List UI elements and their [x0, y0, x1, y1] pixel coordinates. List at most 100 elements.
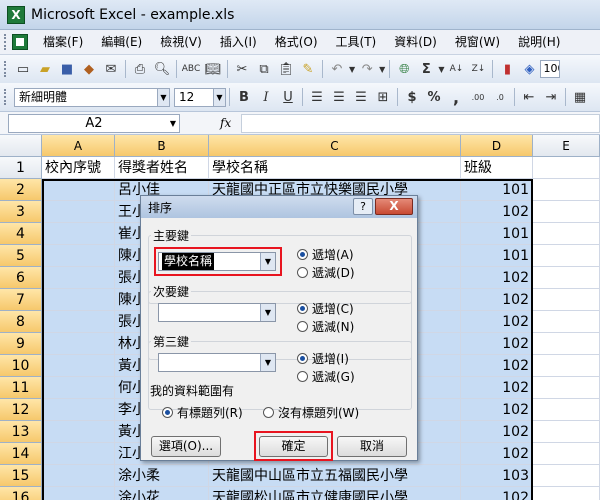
cell-a[interactable]	[42, 245, 115, 267]
print-icon[interactable]: ⎙	[131, 60, 149, 78]
secondary-key-select[interactable]: ▼	[158, 303, 276, 322]
cell-a[interactable]	[42, 487, 115, 500]
cell-e[interactable]	[533, 245, 600, 267]
help-button[interactable]: ?	[353, 198, 373, 215]
paste-icon[interactable]: 📋︎	[277, 60, 295, 78]
spelling-icon[interactable]: ABC	[182, 60, 200, 78]
cut-icon[interactable]: ✂	[233, 60, 251, 78]
undo-icon[interactable]: ↶	[328, 60, 346, 78]
row-header[interactable]: 14	[0, 443, 42, 465]
cell-d[interactable]: 102	[461, 267, 533, 289]
cancel-button[interactable]: 取消	[337, 436, 407, 457]
currency-button[interactable]: $	[403, 88, 421, 106]
sort-descending-icon[interactable]: Z↓	[469, 60, 487, 78]
menu-data[interactable]: 資料(D)	[385, 31, 446, 53]
row-header[interactable]: 2	[0, 179, 42, 201]
chevron-down-icon[interactable]: ▼	[213, 88, 225, 106]
borders-icon[interactable]: ▦	[571, 88, 589, 106]
menu-edit[interactable]: 編輯(E)	[92, 31, 151, 53]
cell-d[interactable]: 102	[461, 377, 533, 399]
column-header-c[interactable]: C	[209, 135, 461, 157]
column-header-d[interactable]: D	[461, 135, 533, 157]
cell-a[interactable]	[42, 355, 115, 377]
increase-indent-icon[interactable]: ⇥	[542, 88, 560, 106]
menu-window[interactable]: 視窗(W)	[446, 31, 509, 53]
italic-button[interactable]: I	[257, 88, 275, 106]
autosum-icon[interactable]: Σ	[417, 60, 435, 78]
hyperlink-icon[interactable]: 🌐︎	[395, 60, 413, 78]
third-key-select[interactable]: ▼	[158, 353, 276, 372]
cell-e[interactable]	[533, 421, 600, 443]
cell-d[interactable]: 103	[461, 465, 533, 487]
cell-c[interactable]: 學校名稱	[209, 157, 461, 179]
row-header[interactable]: 8	[0, 311, 42, 333]
cell-e[interactable]	[533, 399, 600, 421]
cell-d[interactable]: 102	[461, 289, 533, 311]
name-box[interactable]: A2 ▼	[8, 113, 180, 133]
cell-d[interactable]: 101	[461, 223, 533, 245]
cell-d[interactable]: 102	[461, 311, 533, 333]
cell-a[interactable]	[42, 443, 115, 465]
toolbar-grip[interactable]	[4, 89, 7, 105]
cell-d[interactable]: 班級	[461, 157, 533, 179]
chevron-down-icon[interactable]: ▼	[157, 88, 169, 106]
cell-e[interactable]	[533, 443, 600, 465]
select-all-corner[interactable]	[0, 135, 42, 157]
align-right-icon[interactable]: ☰	[352, 88, 370, 106]
close-button[interactable]: X	[375, 198, 413, 215]
row-header[interactable]: 4	[0, 223, 42, 245]
chevron-down-icon[interactable]: ▼	[349, 65, 355, 74]
chevron-down-icon[interactable]: ▼	[260, 304, 275, 321]
open-icon[interactable]: ▰	[36, 60, 54, 78]
cell-a[interactable]	[42, 267, 115, 289]
percent-button[interactable]: %	[425, 88, 443, 106]
cell-d[interactable]: 102	[461, 201, 533, 223]
row-header[interactable]: 13	[0, 421, 42, 443]
cell-c[interactable]: 天龍國松山區市立健康國民小學	[209, 487, 461, 500]
redo-icon[interactable]: ↷	[358, 60, 376, 78]
copy-icon[interactable]: ⧉	[255, 60, 273, 78]
cell-a[interactable]	[42, 399, 115, 421]
cell-b[interactable]: 涂小花	[115, 487, 209, 500]
cell-e[interactable]	[533, 333, 600, 355]
save-icon[interactable]: ■	[58, 60, 76, 78]
menu-view[interactable]: 檢視(V)	[151, 31, 211, 53]
cell-e[interactable]	[533, 487, 600, 500]
chevron-down-icon[interactable]: ▼	[260, 354, 275, 371]
chevron-down-icon[interactable]: ▼	[438, 65, 444, 74]
bold-button[interactable]: B	[235, 88, 253, 106]
cell-e[interactable]	[533, 157, 600, 179]
print-preview-icon[interactable]: 🔍︎	[153, 60, 171, 78]
cell-a[interactable]	[42, 179, 115, 201]
font-size-select[interactable]: 12 ▼	[174, 87, 226, 107]
column-header-e[interactable]: E	[533, 135, 600, 157]
cell-c[interactable]: 天龍國中山區市立五福國民小學	[209, 465, 461, 487]
cell-a[interactable]: 校內序號	[42, 157, 115, 179]
cell-e[interactable]	[533, 465, 600, 487]
new-icon[interactable]: ▭	[14, 60, 32, 78]
cell-e[interactable]	[533, 267, 600, 289]
column-header-b[interactable]: B	[115, 135, 209, 157]
merge-center-icon[interactable]: ⊞	[374, 88, 392, 106]
cell-b[interactable]: 涂小柔	[115, 465, 209, 487]
row-header[interactable]: 1	[0, 157, 42, 179]
cell-a[interactable]	[42, 289, 115, 311]
row-header[interactable]: 7	[0, 289, 42, 311]
permission-icon[interactable]: ◆	[80, 60, 98, 78]
third-descending-radio[interactable]: 遞減(G)	[297, 368, 355, 385]
cell-e[interactable]	[533, 289, 600, 311]
row-header[interactable]: 3	[0, 201, 42, 223]
cell-a[interactable]	[42, 201, 115, 223]
cell-e[interactable]	[533, 355, 600, 377]
menu-tools[interactable]: 工具(T)	[327, 31, 386, 53]
has-header-radio[interactable]: 有標題列(R)	[162, 404, 243, 421]
cell-e[interactable]	[533, 201, 600, 223]
cell-d[interactable]: 102	[461, 421, 533, 443]
zoom-box[interactable]: 100	[540, 60, 561, 78]
options-button[interactable]: 選項(O)...	[151, 436, 221, 457]
third-ascending-radio[interactable]: 遞增(I)	[297, 350, 349, 367]
comma-style-icon[interactable]: ,	[447, 88, 465, 107]
format-painter-icon[interactable]: ✎	[299, 60, 317, 78]
cell-a[interactable]	[42, 333, 115, 355]
increase-decimal-icon[interactable]: .00	[469, 88, 487, 106]
